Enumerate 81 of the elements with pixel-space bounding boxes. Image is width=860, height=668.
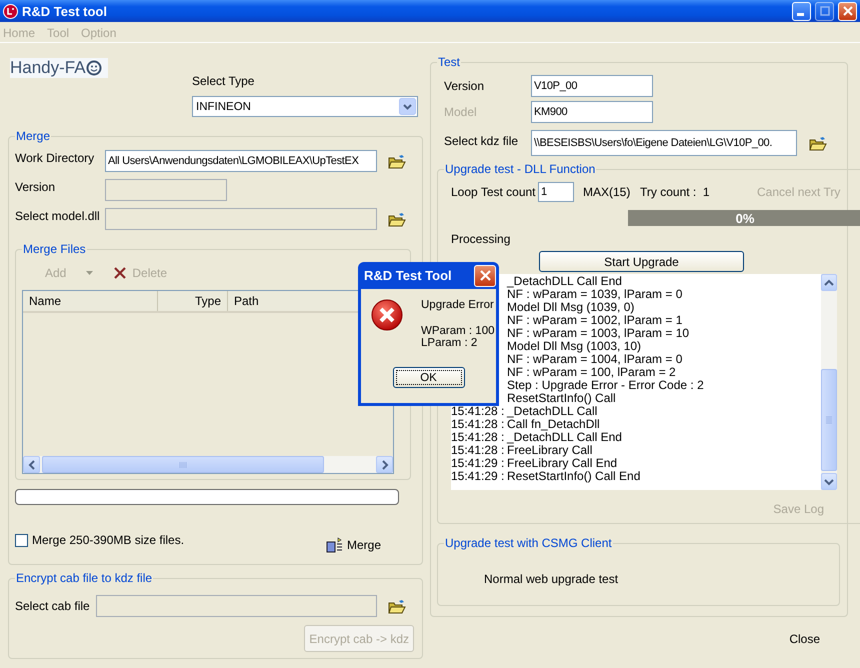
- log-line: Step : Upgrade Error - Error Code : 2: [507, 379, 705, 392]
- field-label: Work Directory: [15, 150, 96, 165]
- maximize-button[interactable]: [815, 2, 834, 20]
- log-line: Model Dll Msg (1039, 0): [507, 301, 636, 314]
- column-header[interactable]: Name: [23, 291, 158, 311]
- caret-icon: [86, 271, 94, 275]
- log-line: _DetachDLL Call End: [507, 275, 623, 288]
- grip-icon: [826, 416, 832, 424]
- field-label: Select kdz file: [444, 133, 520, 148]
- ok-button[interactable]: OK: [392, 367, 464, 388]
- file-list[interactable]: Name Type Path: [22, 290, 394, 474]
- log-line: ResetStartInfo() Call: [507, 392, 617, 405]
- folder-icon[interactable]: [388, 598, 406, 614]
- group-title: Merge: [16, 129, 50, 143]
- field-label: Version: [444, 79, 486, 93]
- status-label: Processing: [451, 232, 512, 246]
- grip-icon: [179, 462, 187, 468]
- text-field[interactable]: \\BESEISBS\Users\fo\Eigene Dateien\LG\V10P_00.: [531, 130, 797, 156]
- field-label: Version: [15, 179, 56, 194]
- field-label: Select cab file: [15, 599, 91, 613]
- log-line: NF : wParam = 1004, lParam = 0: [507, 353, 684, 366]
- error-icon: [371, 299, 403, 331]
- merge-button[interactable]: Merge: [324, 535, 383, 555]
- start-upgrade-button[interactable]: Start Upgrade: [539, 251, 744, 272]
- log-line: NF : wParam = 1003, lParam = 10: [507, 327, 690, 340]
- folder-icon[interactable]: [388, 154, 406, 168]
- group-title: Merge Files: [23, 242, 86, 256]
- log-line: 15:41:29 : ResetStartInfo() Call End: [451, 470, 642, 483]
- close-icon: [480, 270, 490, 281]
- group-title: Upgrade test with CSMG Client: [445, 536, 612, 550]
- close-icon: [842, 6, 852, 16]
- app-icon: [3, 4, 18, 18]
- log-line: Model Dll Msg (1003, 10): [507, 340, 642, 353]
- minimize-icon: [796, 12, 804, 16]
- scroll-up-icon: [824, 278, 834, 286]
- field-label: Loop Test count: [451, 185, 537, 199]
- group-title: Upgrade test - DLL Function: [445, 162, 596, 176]
- log-line: NF : wParam = 100, lParam = 2: [507, 366, 677, 379]
- log-line: 15:41:28 : Call fn_DetachDll: [451, 418, 601, 431]
- dialog-close-button[interactable]: [474, 264, 496, 286]
- error-message: Upgrade Error: [421, 299, 494, 311]
- log-line: 15:41:28 : FreeLibrary Call: [451, 444, 594, 457]
- group-title: Test: [438, 55, 460, 69]
- error-detail: LParam : 2: [421, 337, 478, 349]
- try-count: Try count : 1: [640, 185, 711, 199]
- error-detail: WParam : 100: [421, 325, 494, 337]
- count-field[interactable]: 1: [538, 182, 574, 202]
- smiley-icon: [86, 59, 102, 77]
- window-title: R&D Test tool: [22, 4, 108, 18]
- scroll-right-icon: [380, 460, 388, 470]
- vertical-scrollbar[interactable]: [821, 274, 837, 490]
- checkbox-label[interactable]: Merge 250-390MB size files.: [32, 533, 184, 547]
- log-line: 15:41:28 : _DetachDLL Call: [451, 405, 598, 418]
- minimize-button[interactable]: [792, 2, 811, 20]
- group-title: Encrypt cab file to kdz file: [16, 571, 152, 585]
- log-line: 15:41:29 : FreeLibrary Call End: [451, 457, 618, 470]
- scroll-down-icon: [824, 478, 834, 486]
- scroll-left-icon: [28, 460, 36, 470]
- text-field[interactable]: V10P_00: [531, 75, 653, 97]
- checkbox[interactable]: [15, 534, 28, 546]
- close-button[interactable]: [838, 2, 857, 20]
- field-label: Select Type: [192, 74, 256, 88]
- log-line: 15:41:28 : _DetachDLL Call End: [451, 431, 623, 444]
- maximize-icon: [820, 6, 830, 16]
- close-button[interactable]: Close: [789, 632, 820, 646]
- field-label: Select model.dll: [15, 208, 101, 223]
- field-label: Model: [444, 105, 478, 119]
- dialog-title: R&D Test Tool: [364, 268, 452, 283]
- merge-icon: [326, 537, 343, 553]
- horizontal-scrollbar[interactable]: [23, 456, 393, 473]
- progress-text: 0%: [734, 210, 756, 226]
- log-line: NF : wParam = 1039, lParam = 0: [507, 288, 684, 301]
- folder-icon[interactable]: [809, 136, 827, 150]
- web-upgrade-button[interactable]: Normal web upgrade test: [484, 572, 618, 586]
- logo-text: Handy-FA: [10, 58, 86, 78]
- delete-icon: [113, 266, 128, 280]
- max-label: MAX(15): [583, 185, 632, 199]
- text-field[interactable]: All Users\Anwendungsdaten\LGMOBILEAX\UpTestEX: [105, 150, 377, 172]
- log-line: NF : wParam = 1002, lParam = 1: [507, 314, 684, 327]
- column-header[interactable]: Type: [158, 291, 228, 311]
- type-dropdown[interactable]: INFINEON: [192, 96, 418, 117]
